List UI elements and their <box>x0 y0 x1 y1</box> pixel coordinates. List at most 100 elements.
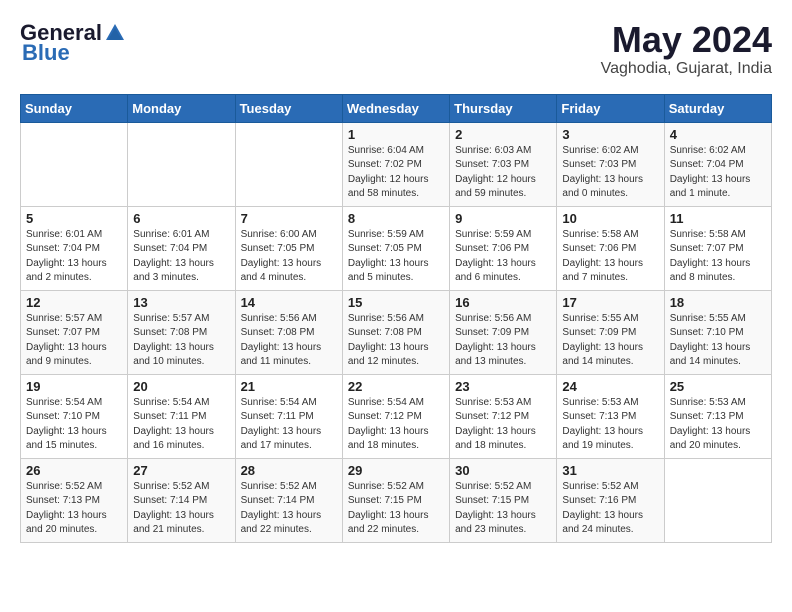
cell-content: Sunrise: 5:52 AM Sunset: 7:15 PM Dayligh… <box>348 480 444 538</box>
calendar-cell: 23Sunrise: 5:53 AM Sunset: 7:12 PM Dayli… <box>450 374 557 458</box>
week-row-4: 19 Sunrise: 5:54 AM Sunset: 7:10 PM Dayli… <box>21 374 772 458</box>
day-number: 12 <box>26 295 122 310</box>
cell-content: Sunrise: 5:52 AM Sunset: 7:15 PM Dayligh… <box>455 480 551 538</box>
calendar-cell: 20 Sunrise: 5:54 AM Sunset: 7:11 PM Dayli… <box>128 374 235 458</box>
calendar-cell: 12 Sunrise: 5:57 AM Sunset: 7:07 PM Dayli… <box>21 290 128 374</box>
cell-content: Sunrise: 6:00 AM Sunset: 7:05 PM Dayligh… <box>241 228 337 286</box>
calendar-cell: 24 Sunrise: 5:53 AM Sunset: 7:13 PM Dayli… <box>557 374 664 458</box>
calendar-cell <box>21 122 128 206</box>
day-number: 2 <box>455 127 551 142</box>
calendar-header-row: SundayMondayTuesdayWednesdayThursdayFrid… <box>21 94 772 122</box>
cell-content: Sunrise: 5:54 AM Sunset: 7:10 PM Dayligh… <box>26 396 122 454</box>
cell-content: Sunrise: 5:52 AM Sunset: 7:16 PM Dayligh… <box>562 480 658 538</box>
day-number: 20 <box>133 379 229 394</box>
cell-content: Sunrise: 6:01 AM Sunset: 7:04 PM Dayligh… <box>133 228 229 286</box>
calendar-cell: 29 Sunrise: 5:52 AM Sunset: 7:15 PM Dayli… <box>342 458 449 542</box>
calendar-table: SundayMondayTuesdayWednesdayThursdayFrid… <box>20 94 772 543</box>
calendar-cell: 9 Sunrise: 5:59 AM Sunset: 7:06 PM Daylig… <box>450 206 557 290</box>
day-number: 14 <box>241 295 337 310</box>
calendar-cell: 19 Sunrise: 5:54 AM Sunset: 7:10 PM Dayli… <box>21 374 128 458</box>
cell-content: Sunrise: 5:59 AM Sunset: 7:05 PM Dayligh… <box>348 228 444 286</box>
day-number: 13 <box>133 295 229 310</box>
day-number: 27 <box>133 463 229 478</box>
calendar-cell: 10 Sunrise: 5:58 AM Sunset: 7:06 PM Dayli… <box>557 206 664 290</box>
calendar-cell: 26 Sunrise: 5:52 AM Sunset: 7:13 PM Dayli… <box>21 458 128 542</box>
cell-content: Sunrise: 5:52 AM Sunset: 7:13 PM Dayligh… <box>26 480 122 538</box>
calendar-cell: 6 Sunrise: 6:01 AM Sunset: 7:04 PM Daylig… <box>128 206 235 290</box>
day-number: 8 <box>348 211 444 226</box>
cell-content: Sunrise: 5:53 AM Sunset: 7:13 PM Dayligh… <box>562 396 658 454</box>
calendar-cell: 27 Sunrise: 5:52 AM Sunset: 7:14 PM Dayli… <box>128 458 235 542</box>
day-number: 10 <box>562 211 658 226</box>
cell-content: Sunrise: 5:54 AM Sunset: 7:11 PM Dayligh… <box>133 396 229 454</box>
day-number: 29 <box>348 463 444 478</box>
day-number: 24 <box>562 379 658 394</box>
page-header: General Blue May 2024 Vaghodia, Gujarat,… <box>20 20 772 78</box>
cell-content: Sunrise: 5:56 AM Sunset: 7:08 PM Dayligh… <box>241 312 337 370</box>
day-number: 25 <box>670 379 766 394</box>
calendar-cell: 8 Sunrise: 5:59 AM Sunset: 7:05 PM Daylig… <box>342 206 449 290</box>
header-friday: Friday <box>557 94 664 122</box>
week-row-3: 12 Sunrise: 5:57 AM Sunset: 7:07 PM Dayli… <box>21 290 772 374</box>
cell-content: Sunrise: 5:54 AM Sunset: 7:12 PM Dayligh… <box>348 396 444 454</box>
calendar-cell: 11 Sunrise: 5:58 AM Sunset: 7:07 PM Dayli… <box>664 206 771 290</box>
logo: General Blue <box>20 20 126 66</box>
location: Vaghodia, Gujarat, India <box>601 60 772 78</box>
day-number: 1 <box>348 127 444 142</box>
cell-content: Sunrise: 5:58 AM Sunset: 7:07 PM Dayligh… <box>670 228 766 286</box>
calendar-cell: 30Sunrise: 5:52 AM Sunset: 7:15 PM Dayli… <box>450 458 557 542</box>
cell-content: Sunrise: 5:57 AM Sunset: 7:07 PM Dayligh… <box>26 312 122 370</box>
calendar-cell <box>235 122 342 206</box>
cell-content: Sunrise: 6:01 AM Sunset: 7:04 PM Dayligh… <box>26 228 122 286</box>
cell-content: Sunrise: 5:57 AM Sunset: 7:08 PM Dayligh… <box>133 312 229 370</box>
calendar-cell: 18Sunrise: 5:55 AM Sunset: 7:10 PM Dayli… <box>664 290 771 374</box>
day-number: 22 <box>348 379 444 394</box>
calendar-cell: 16 Sunrise: 5:56 AM Sunset: 7:09 PM Dayli… <box>450 290 557 374</box>
cell-content: Sunrise: 5:59 AM Sunset: 7:06 PM Dayligh… <box>455 228 551 286</box>
day-number: 3 <box>562 127 658 142</box>
calendar-cell: 1Sunrise: 6:04 AM Sunset: 7:02 PM Daylig… <box>342 122 449 206</box>
calendar-cell: 2 Sunrise: 6:03 AM Sunset: 7:03 PM Daylig… <box>450 122 557 206</box>
day-number: 19 <box>26 379 122 394</box>
calendar-cell: 15Sunrise: 5:56 AM Sunset: 7:08 PM Dayli… <box>342 290 449 374</box>
header-thursday: Thursday <box>450 94 557 122</box>
day-number: 11 <box>670 211 766 226</box>
cell-content: Sunrise: 6:02 AM Sunset: 7:04 PM Dayligh… <box>670 144 766 202</box>
day-number: 9 <box>455 211 551 226</box>
day-number: 28 <box>241 463 337 478</box>
cell-content: Sunrise: 5:53 AM Sunset: 7:12 PM Dayligh… <box>455 396 551 454</box>
week-row-1: 1Sunrise: 6:04 AM Sunset: 7:02 PM Daylig… <box>21 122 772 206</box>
day-number: 21 <box>241 379 337 394</box>
cell-content: Sunrise: 6:03 AM Sunset: 7:03 PM Dayligh… <box>455 144 551 202</box>
calendar-cell: 21Sunrise: 5:54 AM Sunset: 7:11 PM Dayli… <box>235 374 342 458</box>
calendar-cell: 31Sunrise: 5:52 AM Sunset: 7:16 PM Dayli… <box>557 458 664 542</box>
calendar-cell <box>128 122 235 206</box>
cell-content: Sunrise: 5:53 AM Sunset: 7:13 PM Dayligh… <box>670 396 766 454</box>
cell-content: Sunrise: 5:58 AM Sunset: 7:06 PM Dayligh… <box>562 228 658 286</box>
cell-content: Sunrise: 5:55 AM Sunset: 7:09 PM Dayligh… <box>562 312 658 370</box>
calendar-cell: 22 Sunrise: 5:54 AM Sunset: 7:12 PM Dayli… <box>342 374 449 458</box>
calendar-cell: 28 Sunrise: 5:52 AM Sunset: 7:14 PM Dayli… <box>235 458 342 542</box>
cell-content: Sunrise: 5:52 AM Sunset: 7:14 PM Dayligh… <box>133 480 229 538</box>
day-number: 5 <box>26 211 122 226</box>
day-number: 17 <box>562 295 658 310</box>
cell-content: Sunrise: 6:02 AM Sunset: 7:03 PM Dayligh… <box>562 144 658 202</box>
day-number: 6 <box>133 211 229 226</box>
week-row-2: 5 Sunrise: 6:01 AM Sunset: 7:04 PM Daylig… <box>21 206 772 290</box>
logo-blue-text: Blue <box>22 40 70 66</box>
logo-icon <box>104 22 126 44</box>
day-number: 15 <box>348 295 444 310</box>
day-number: 26 <box>26 463 122 478</box>
header-monday: Monday <box>128 94 235 122</box>
day-number: 4 <box>670 127 766 142</box>
header-saturday: Saturday <box>664 94 771 122</box>
day-number: 7 <box>241 211 337 226</box>
day-number: 16 <box>455 295 551 310</box>
calendar-cell: 3 Sunrise: 6:02 AM Sunset: 7:03 PM Daylig… <box>557 122 664 206</box>
cell-content: Sunrise: 5:52 AM Sunset: 7:14 PM Dayligh… <box>241 480 337 538</box>
cell-content: Sunrise: 5:55 AM Sunset: 7:10 PM Dayligh… <box>670 312 766 370</box>
cell-content: Sunrise: 5:56 AM Sunset: 7:09 PM Dayligh… <box>455 312 551 370</box>
calendar-cell: 13 Sunrise: 5:57 AM Sunset: 7:08 PM Dayli… <box>128 290 235 374</box>
calendar-cell: 7 Sunrise: 6:00 AM Sunset: 7:05 PM Daylig… <box>235 206 342 290</box>
header-sunday: Sunday <box>21 94 128 122</box>
